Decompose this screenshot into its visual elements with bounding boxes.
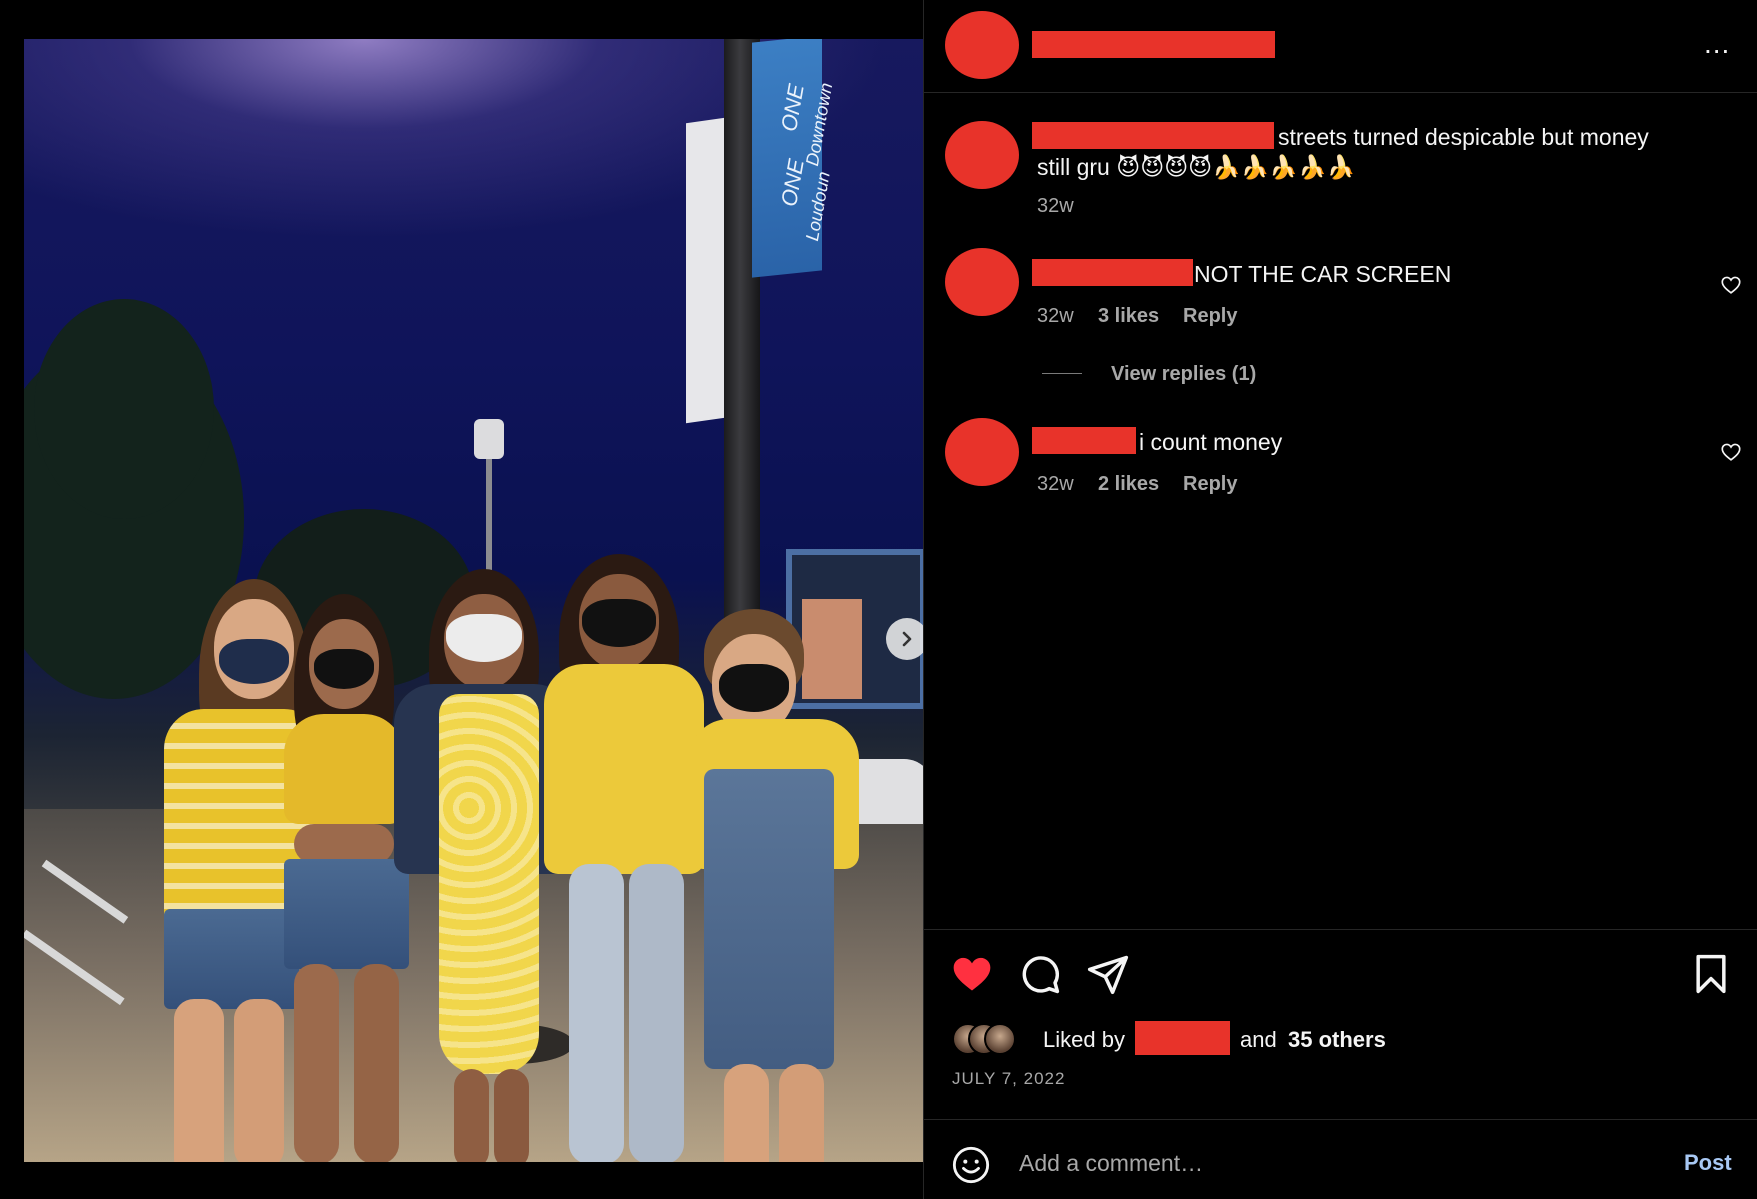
comment-reply-button[interactable]: Reply [1183,305,1237,328]
comment-like-heart-icon[interactable] [1720,274,1742,296]
billboard-image [802,599,862,699]
comment-username-redacted[interactable] [1032,427,1136,454]
add-comment-input[interactable]: Add a comment… [1019,1150,1203,1177]
post-photo[interactable]: ONE Downtown ONE Loudoun [24,39,923,1162]
more-options-button[interactable]: ... [1704,28,1730,60]
liked-by-and: and [1240,1027,1277,1052]
liked-by-others-link[interactable]: 35 others [1288,1027,1386,1053]
liker-avatar [984,1023,1016,1055]
comment-text: i count money [1139,429,1283,455]
tree-left-top [34,299,214,519]
liked-by-label: Liked by [1043,1027,1125,1052]
emoji-smiley-icon[interactable] [951,1145,991,1185]
comment-avatar[interactable] [945,418,1019,486]
view-replies-button[interactable]: View replies (1) [1111,363,1256,386]
comment-text: NOT THE CAR SCREEN [1194,261,1452,287]
comment-likes[interactable]: 2 likes [1098,473,1159,496]
author-username-redacted[interactable] [1032,31,1275,58]
share-paper-plane-icon[interactable] [1086,952,1130,996]
comment-timestamp: 32w [1037,473,1074,495]
view-replies-line [1042,373,1082,374]
comment-like-heart-icon[interactable] [1720,441,1742,463]
caption-text-line1: streets turned despicable but money [1278,124,1649,150]
chevron-right-icon [902,631,912,647]
caption-avatar[interactable] [945,121,1019,189]
caption-username-redacted[interactable] [1032,122,1274,149]
save-bookmark-icon[interactable] [1689,952,1733,996]
caption-timestamp: 32w [1037,195,1074,217]
street-lamp-head [474,419,504,459]
liked-by-avatars[interactable] [952,1023,1016,1057]
author-avatar[interactable] [945,11,1019,79]
post-header: ... [924,0,1757,93]
like-heart-icon[interactable] [950,952,994,996]
post-date: JULY 7, 2022 [952,1069,1066,1088]
post-details-panel: ... streets turned despicable but money … [923,0,1757,1199]
caption-text-line2: still gru 😈😈😈😈🍌🍌🍌🍌🍌 [1037,154,1356,180]
comment-username-redacted[interactable] [1032,259,1193,286]
comment-bubble-icon[interactable] [1018,952,1062,996]
post-comment-button[interactable]: Post [1684,1150,1732,1176]
comment-reply-button[interactable]: Reply [1183,473,1237,496]
comment-likes[interactable]: 3 likes [1098,305,1159,328]
liker-username-redacted[interactable] [1135,1021,1230,1055]
comment-timestamp: 32w [1037,305,1074,327]
comment-avatar[interactable] [945,248,1019,316]
carousel-next-button[interactable] [886,618,923,660]
